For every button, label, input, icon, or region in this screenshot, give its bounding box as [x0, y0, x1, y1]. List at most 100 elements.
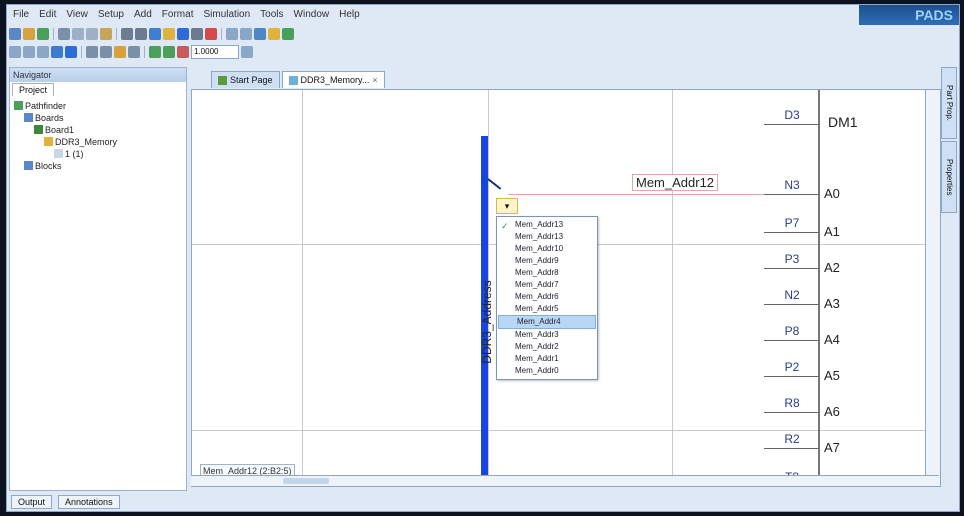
tab-output[interactable]: Output: [11, 495, 53, 509]
bus-icon[interactable]: [86, 46, 98, 58]
list-item[interactable]: Mem_Addr7: [497, 279, 597, 291]
line-icon[interactable]: [177, 46, 189, 58]
chevron-down-icon: ▾: [504, 201, 510, 211]
menu-format[interactable]: Format: [162, 9, 194, 20]
undo-icon[interactable]: [121, 28, 133, 40]
menu-setup[interactable]: Setup: [98, 9, 124, 20]
grid-icon[interactable]: [254, 28, 266, 40]
wire-icon[interactable]: [191, 28, 203, 40]
place-icon[interactable]: [65, 46, 77, 58]
list-item[interactable]: Mem_Addr10: [497, 243, 597, 255]
menu-window[interactable]: Window: [294, 9, 330, 20]
page-icon: [218, 75, 227, 85]
cut-icon[interactable]: [72, 28, 84, 40]
tab-project[interactable]: Project: [12, 83, 55, 96]
tab-annotations[interactable]: Annotations: [58, 495, 120, 509]
tree-item[interactable]: 1 (1): [14, 148, 117, 160]
tab-properties[interactable]: Properties: [941, 141, 957, 213]
zoom-input[interactable]: 1.0000: [191, 45, 239, 59]
pin-number: D3: [784, 108, 800, 122]
list-item[interactable]: Mem_Addr6: [497, 291, 597, 303]
tree-item[interactable]: Boards: [14, 112, 117, 124]
pin-name: A7: [824, 440, 840, 455]
net-icon[interactable]: [100, 46, 112, 58]
board-icon: [34, 125, 43, 134]
pin-number: P7: [784, 216, 800, 230]
zoom-in-icon[interactable]: [9, 46, 21, 58]
list-item[interactable]: Mem_Addr8: [497, 267, 597, 279]
folder-icon[interactable]: [163, 28, 175, 40]
schematic-canvas[interactable]: DDR3_Address Mem_Addr12 DM1 D3 N3 A0 P7 …: [191, 89, 927, 487]
document-tabs: Start Page DDR3_Memory... ×: [211, 71, 385, 88]
navigator-panel: Navigator Project Pathfinder Boards Boar…: [9, 67, 187, 491]
list-item[interactable]: Mem_Addr9: [497, 255, 597, 267]
list-item[interactable]: ✓ Mem_Addr13: [497, 219, 597, 231]
menu-add[interactable]: Add: [134, 9, 152, 20]
label-icon[interactable]: [114, 46, 126, 58]
highlight-icon[interactable]: [268, 28, 280, 40]
zoom-fit-icon[interactable]: [37, 46, 49, 58]
menu-tools[interactable]: Tools: [260, 9, 283, 20]
run-icon[interactable]: [282, 28, 294, 40]
copy-icon[interactable]: [86, 28, 98, 40]
pin-name: A5: [824, 368, 840, 383]
list-item-selected[interactable]: Mem_Addr4: [498, 315, 596, 329]
dropdown-icon[interactable]: [241, 46, 253, 58]
rect-icon[interactable]: [149, 46, 161, 58]
select-icon[interactable]: [51, 46, 63, 58]
zoom-out-icon[interactable]: [23, 46, 35, 58]
pin-number: R8: [784, 396, 800, 410]
menu-help[interactable]: Help: [339, 9, 360, 20]
new-icon[interactable]: [9, 28, 21, 40]
close-icon[interactable]: ×: [372, 72, 377, 88]
redo-icon[interactable]: [135, 28, 147, 40]
tab-start-page[interactable]: Start Page: [211, 71, 280, 88]
component-icon[interactable]: [177, 28, 189, 40]
tree-item[interactable]: Board1: [14, 124, 117, 136]
folder-icon: [24, 161, 33, 170]
open-icon[interactable]: [23, 28, 35, 40]
text-icon[interactable]: [128, 46, 140, 58]
circle-icon[interactable]: [163, 46, 175, 58]
menu-simulation[interactable]: Simulation: [203, 9, 250, 20]
distribute-icon[interactable]: [240, 28, 252, 40]
pin-number: P3: [784, 252, 800, 266]
menu-view[interactable]: View: [66, 9, 88, 20]
menu-edit[interactable]: Edit: [39, 9, 56, 20]
sheet-icon: [54, 149, 63, 158]
delete-icon[interactable]: [205, 28, 217, 40]
list-item[interactable]: Mem_Addr13: [497, 231, 597, 243]
list-item[interactable]: Mem_Addr1: [497, 353, 597, 365]
tab-part-properties[interactable]: Part Prop.: [941, 67, 957, 139]
net-wire[interactable]: [508, 194, 764, 195]
bus-entry[interactable]: [487, 178, 502, 190]
list-item[interactable]: Mem_Addr3: [497, 329, 597, 341]
scroll-thumb[interactable]: [283, 478, 329, 484]
print-icon[interactable]: [58, 28, 70, 40]
pin-name: A2: [824, 260, 840, 275]
bottom-panel-tabs: Output Annotations: [7, 493, 959, 511]
save-icon[interactable]: [37, 28, 49, 40]
vertical-scrollbar[interactable]: [925, 89, 941, 487]
align-icon[interactable]: [226, 28, 238, 40]
pin-name: A4: [824, 332, 840, 347]
tree-item[interactable]: Blocks: [14, 160, 117, 172]
net-label[interactable]: Mem_Addr12: [632, 174, 719, 191]
list-item[interactable]: Mem_Addr5: [497, 303, 597, 315]
net-dropdown-button[interactable]: ▾: [496, 198, 518, 214]
list-item[interactable]: Mem_Addr0: [497, 365, 597, 377]
horizontal-scrollbar[interactable]: [191, 475, 939, 486]
zoom-icon[interactable]: [149, 28, 161, 40]
project-icon: [14, 101, 23, 110]
paste-icon[interactable]: [100, 28, 112, 40]
tab-ddr3-memory[interactable]: DDR3_Memory... ×: [281, 71, 385, 88]
tree-item[interactable]: DDR3_Memory: [14, 136, 117, 148]
tree-item[interactable]: Pathfinder: [14, 100, 117, 112]
list-item[interactable]: Mem_Addr2: [497, 341, 597, 353]
component-ref: DM1: [828, 114, 858, 130]
toolbar-row-2: 1.0000: [9, 43, 253, 61]
brand-logo: PADS: [859, 5, 959, 25]
pin-name: A3: [824, 296, 840, 311]
menu-file[interactable]: File: [13, 9, 29, 20]
menubar: File Edit View Setup Add Format Simulati…: [7, 5, 865, 23]
